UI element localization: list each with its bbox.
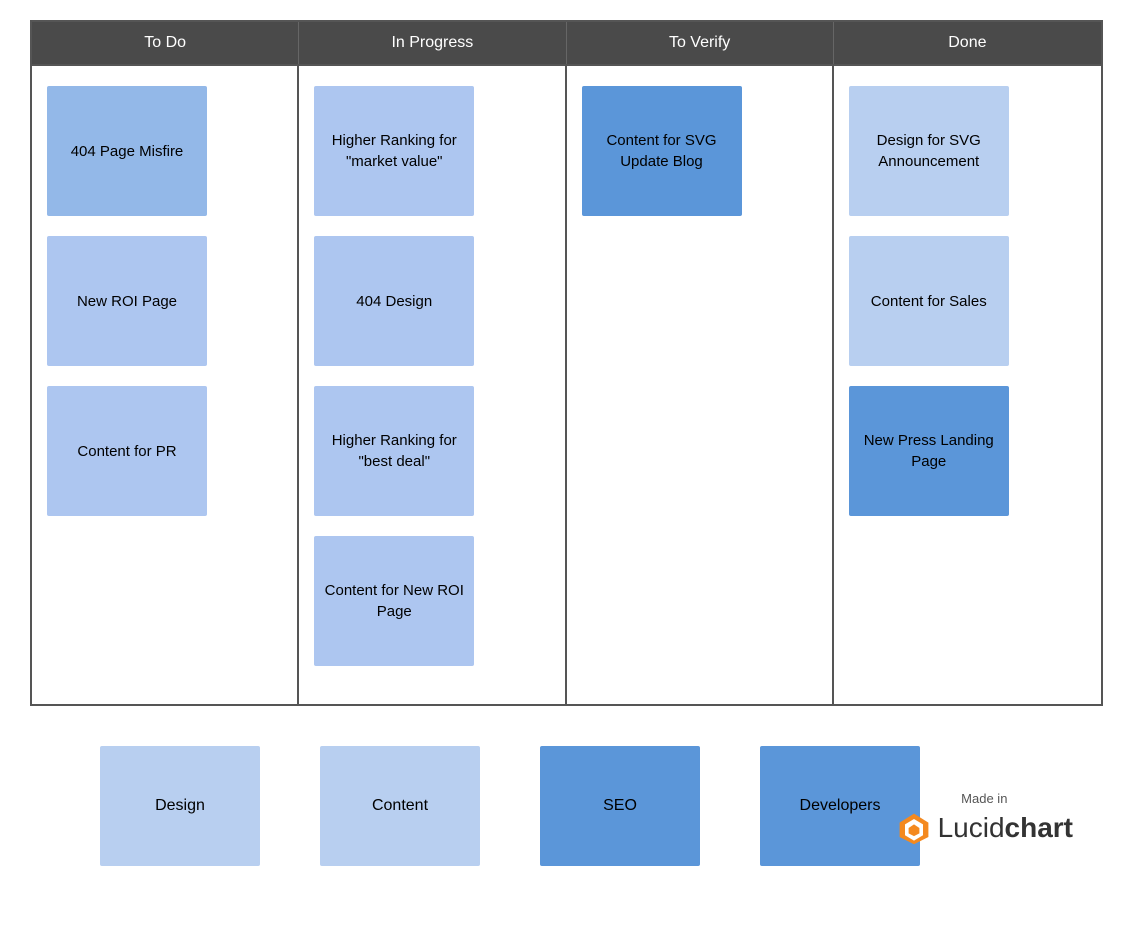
lucid-icon xyxy=(896,810,932,846)
card-design-svg-announcement[interactable]: Design for SVG Announcement xyxy=(849,86,1009,216)
card-higher-ranking-best-deal[interactable]: Higher Ranking for "best deal" xyxy=(314,386,474,516)
header-done: Done xyxy=(834,22,1101,64)
card-404-design[interactable]: 404 Design xyxy=(314,236,474,366)
card-content-svg-blog[interactable]: Content for SVG Update Blog xyxy=(582,86,742,216)
legend-design[interactable]: Design xyxy=(100,746,260,866)
kanban-header: To Do In Progress To Verify Done xyxy=(32,22,1101,64)
card-new-press-landing[interactable]: New Press Landing Page xyxy=(849,386,1009,516)
column-toverify: Content for SVG Update Blog xyxy=(567,66,834,704)
header-inprogress: In Progress xyxy=(299,22,566,64)
legend-seo[interactable]: SEO xyxy=(540,746,700,866)
header-todo: To Do xyxy=(32,22,299,64)
card-content-for-new-roi[interactable]: Content for New ROI Page xyxy=(314,536,474,666)
column-done: Design for SVG Announcement Content for … xyxy=(834,66,1101,704)
card-404-page-misfire[interactable]: 404 Page Misfire xyxy=(47,86,207,216)
made-in-text: Made in xyxy=(896,791,1073,806)
card-content-for-pr[interactable]: Content for PR xyxy=(47,386,207,516)
header-toverify: To Verify xyxy=(567,22,834,64)
lucid-text: Lucidchart xyxy=(938,812,1073,844)
legend-content[interactable]: Content xyxy=(320,746,480,866)
kanban-board: To Do In Progress To Verify Done 404 Pag… xyxy=(30,20,1103,706)
kanban-body: 404 Page Misfire New ROI Page Content fo… xyxy=(32,64,1101,704)
card-new-roi-page[interactable]: New ROI Page xyxy=(47,236,207,366)
column-inprogress: Higher Ranking for "market value" 404 De… xyxy=(299,66,566,704)
lucidchart-footer: Made in Lucidchart xyxy=(896,791,1073,846)
column-todo: 404 Page Misfire New ROI Page Content fo… xyxy=(32,66,299,704)
card-higher-ranking-market[interactable]: Higher Ranking for "market value" xyxy=(314,86,474,216)
lucid-logo: Lucidchart xyxy=(896,810,1073,846)
card-content-for-sales[interactable]: Content for Sales xyxy=(849,236,1009,366)
